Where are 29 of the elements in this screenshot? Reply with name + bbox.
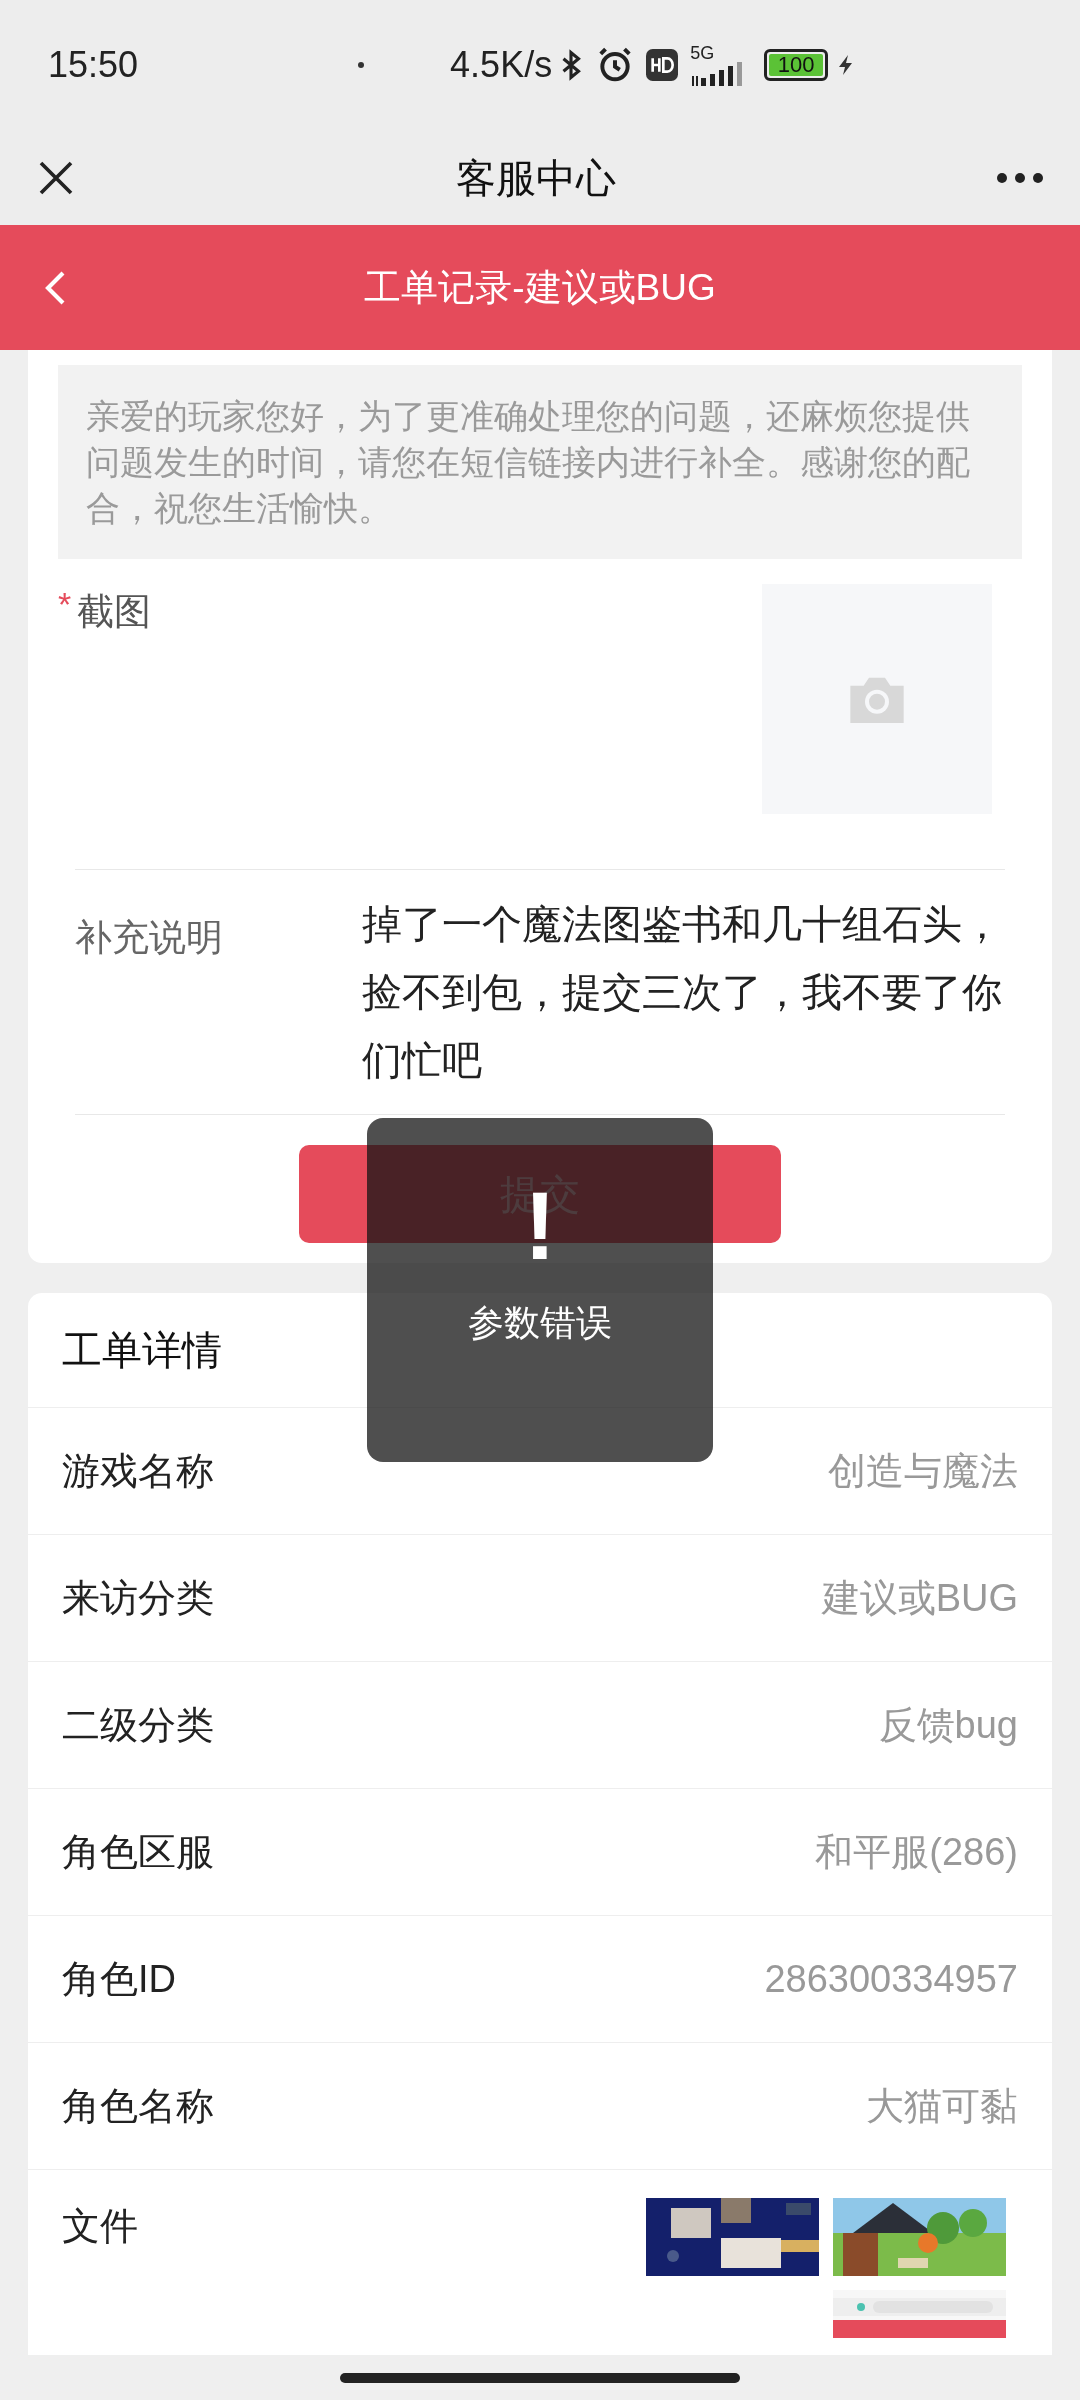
field-label: 截图 — [77, 590, 152, 634]
detail-value: 建议或BUG — [821, 1575, 1018, 1621]
supplement-text: 掉了一个魔法图鉴书和几十组石头，捡不到包，提交三次了，我不要了你们忙吧 — [362, 901, 1003, 1084]
detail-label: 二级分类 — [62, 1702, 214, 1748]
detail-label: 文件 — [62, 2204, 138, 2249]
network-type: 5G — [690, 44, 716, 62]
header-title: 客服中心 — [456, 154, 616, 202]
toast-message: 参数错误 — [468, 1301, 612, 1345]
required-mark: * — [58, 584, 72, 624]
network-speed: 4.5K/s — [450, 43, 553, 87]
battery-level: 100 — [769, 54, 824, 76]
detail-label: 角色区服 — [62, 1829, 214, 1875]
detail-value: 大猫可黏 — [866, 2083, 1018, 2129]
detail-label: 来访分类 — [62, 1575, 214, 1621]
home-indicator[interactable] — [340, 2372, 740, 2383]
detail-label: 角色ID — [62, 1956, 176, 2002]
page-title: 工单记录-建议或BUG — [363, 265, 717, 310]
detail-value: 和平服(286) — [815, 1829, 1018, 1875]
notice-box: 亲爱的玩家您好，为了更准确处理您的问题，还麻烦您提供问题发生的时间，请您在短信链接内进行补全。感谢您的配合，祝您生活愉快。 — [58, 365, 1022, 559]
hd-icon — [646, 49, 679, 81]
detail-value: 反馈bug — [878, 1702, 1018, 1748]
more-icon[interactable] — [996, 171, 1044, 184]
section-title: 工单详情 — [62, 1327, 222, 1374]
detail-value: 286300334957 — [764, 1956, 1018, 2002]
detail-label: 角色名称 — [62, 2083, 214, 2129]
detail-label: 游戏名称 — [62, 1448, 214, 1494]
detail-value: 创造与魔法 — [828, 1448, 1018, 1494]
status-time: 15:50 — [48, 43, 139, 87]
field-label: 补充说明 — [75, 916, 224, 960]
